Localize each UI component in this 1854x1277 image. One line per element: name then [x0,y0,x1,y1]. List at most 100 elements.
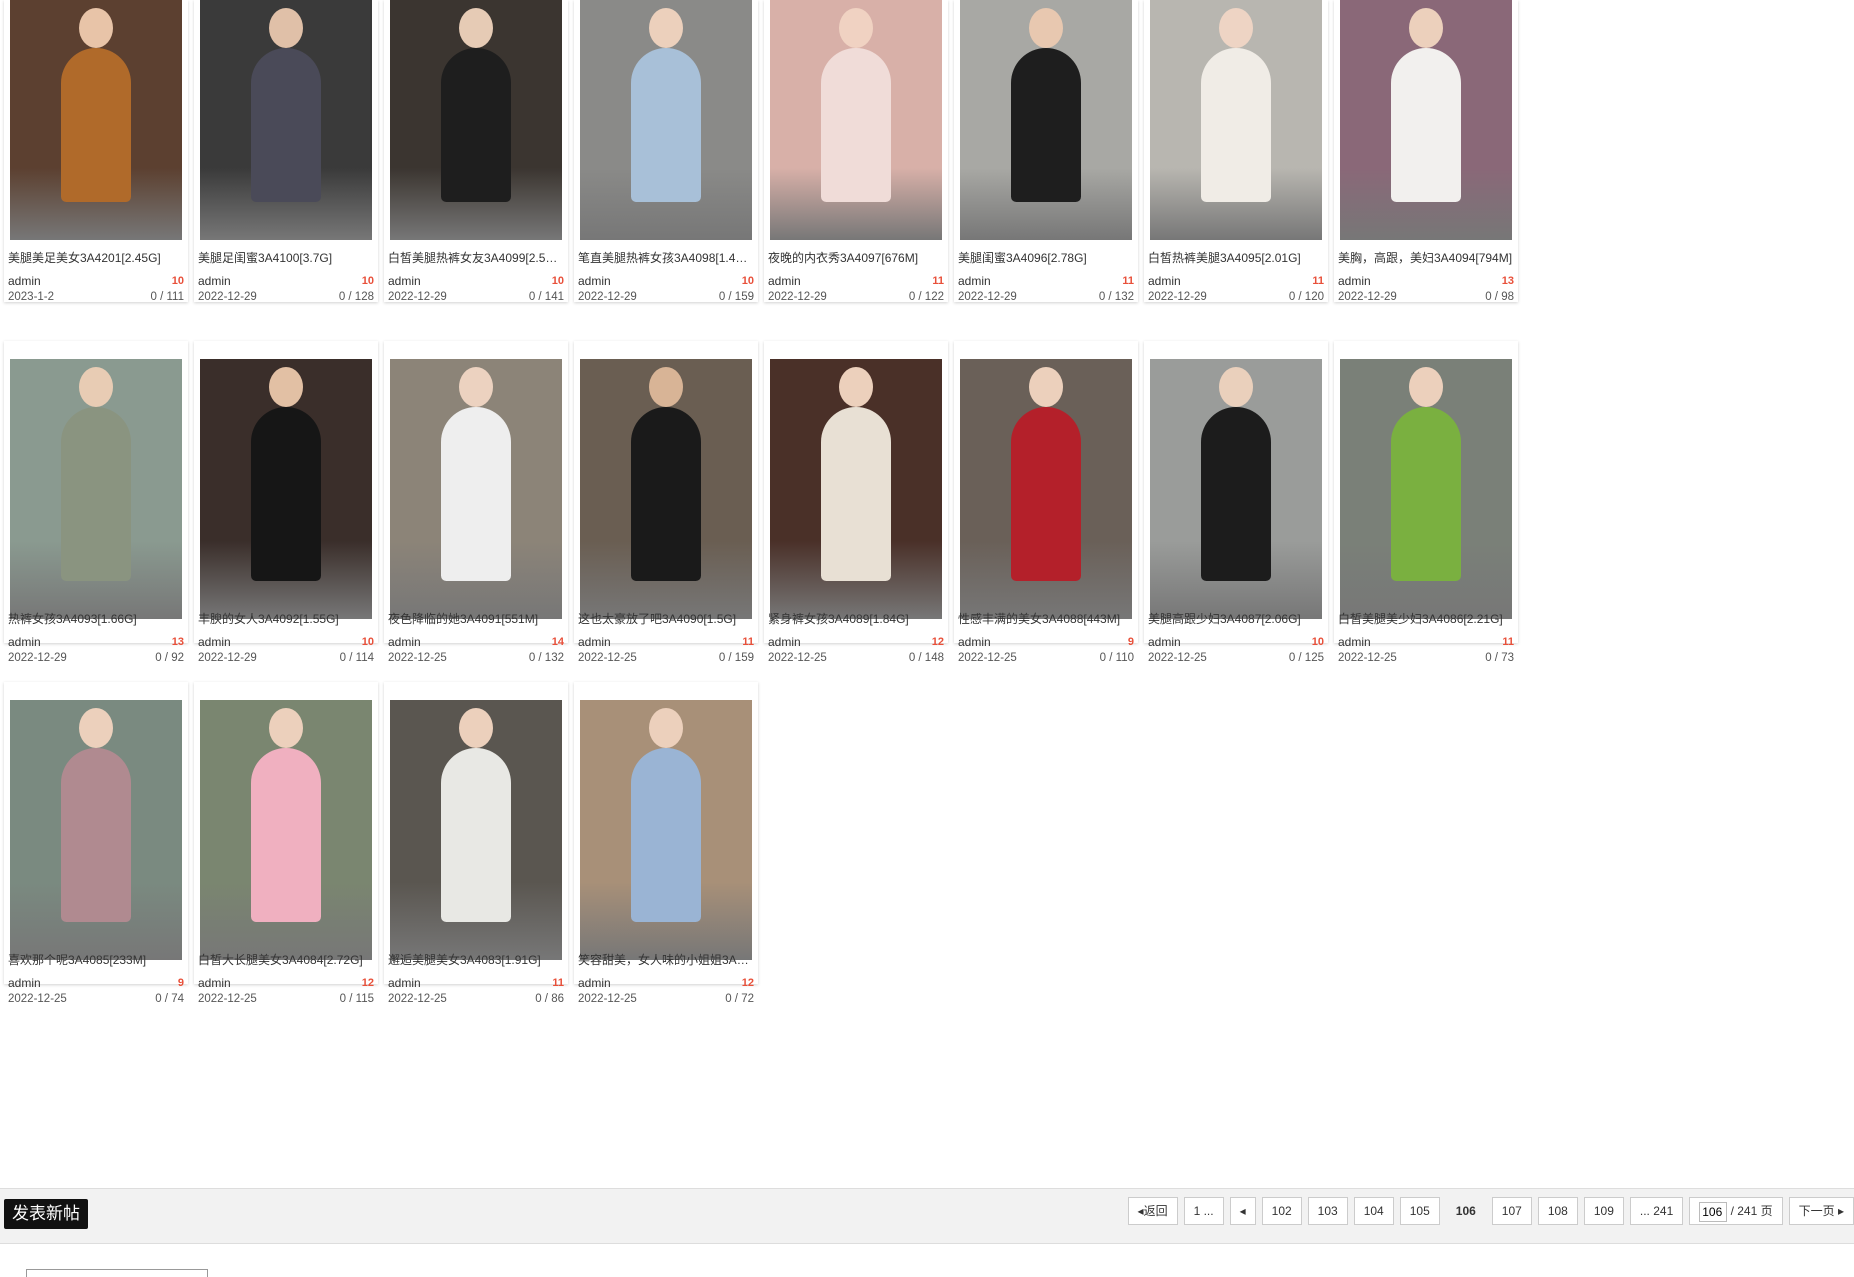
post-thumbnail[interactable] [1340,0,1512,240]
page-link[interactable]: 103 [1307,1197,1348,1225]
post-card[interactable]: 性感丰满的美女3A4088[443M] admin 9 2022-12-25 0 / 1… [954,341,1138,664]
post-title[interactable]: 笔直美腿热裤女孩3A4098[1.44G] [578,250,754,266]
post-card[interactable]: 白皙美腿热裤女友3A4099[2.56G] admin 10 2022-12-29 0 … [384,0,568,303]
post-card[interactable]: 美胸，高跟，美妇3A4094[794M] admin 13 2022-12-29 0 /… [1334,0,1518,303]
post-author[interactable]: admin [958,274,991,288]
page-link[interactable]: 109 [1583,1197,1624,1225]
post-thumbnail[interactable] [770,359,942,619]
post-card[interactable]: 美腿美足美女3A4201[2.45G] admin 10 2023-1-2 0 / 11… [4,0,188,303]
post-thumbnail[interactable] [960,0,1132,240]
post-author[interactable]: admin [768,274,801,288]
post-card[interactable]: 美腿闺蜜3A4096[2.78G] admin 11 2022-12-29 0 / 13… [954,0,1138,303]
post-stats: 0 / 141 [528,291,564,303]
post-card[interactable]: 白皙大长腿美女3A4084[2.72G] admin 12 2022-12-25 0 /… [194,682,378,1005]
page-link[interactable]: 102 [1261,1197,1302,1225]
post-title[interactable]: 美胸，高跟，美妇3A4094[794M] [1338,250,1514,266]
post-author[interactable]: admin [1148,274,1181,288]
post-card[interactable]: 美腿足闺蜜3A4100[3.7G] admin 10 2022-12-29 0 / 12… [194,0,378,303]
post-card[interactable]: 热裤女孩3A4093[1.66G] admin 13 2022-12-29 0 / 92 [4,341,188,664]
chevron-left-icon: ◂ [1239,1204,1246,1218]
post-thumbnail[interactable] [580,700,752,960]
post-thumbnail[interactable] [960,359,1132,619]
post-title[interactable]: 喜欢那个呢3A4085[233M] [8,952,184,968]
post-title[interactable]: 白皙大长腿美女3A4084[2.72G] [198,952,374,968]
post-title[interactable]: 美腿足闺蜜3A4100[3.7G] [198,250,374,266]
post-card[interactable]: 美腿高跟少妇3A4087[2.06G] admin 10 2022-12-25 0 / … [1144,341,1328,664]
post-title[interactable]: 美腿美足美女3A4201[2.45G] [8,250,184,266]
page-last[interactable]: ... 241 [1629,1197,1684,1225]
post-thumbnail[interactable] [200,700,372,960]
post-author[interactable]: admin [958,635,991,649]
post-thumbnail[interactable] [200,0,372,240]
post-author[interactable]: admin [8,635,41,649]
post-title[interactable]: 丰腴的女人3A4092[1.55G] [198,611,374,627]
post-thumbnail[interactable] [1150,0,1322,240]
post-card[interactable]: 笑容甜美，女人味的小姐姐3A4082[... admin 12 2022-12-25 0… [574,682,758,1005]
post-title[interactable]: 热裤女孩3A4093[1.66G] [8,611,184,627]
page-first[interactable]: 1 ... [1183,1197,1224,1225]
post-title[interactable]: 白皙热裤美腿3A4095[2.01G] [1148,250,1324,266]
post-title[interactable]: 紧身裤女孩3A4089[1.84G] [768,611,944,627]
prev-page-button[interactable]: ◂ [1229,1197,1256,1225]
next-page-button[interactable]: 下一页 ▸ [1788,1197,1854,1225]
page-link[interactable]: 104 [1353,1197,1394,1225]
post-thumbnail[interactable] [580,359,752,619]
post-author[interactable]: admin [198,976,231,990]
post-thumbnail[interactable] [770,0,942,240]
post-card[interactable]: 笔直美腿热裤女孩3A4098[1.44G] admin 10 2022-12-29 0 … [574,0,758,303]
post-author[interactable]: admin [198,274,231,288]
post-thumbnail[interactable] [1150,359,1322,619]
post-thumbnail[interactable] [390,0,562,240]
post-title[interactable]: 夜色降临的她3A4091[551M] [388,611,564,627]
post-title[interactable]: 美腿高跟少妇3A4087[2.06G] [1148,611,1324,627]
post-author[interactable]: admin [1148,635,1181,649]
back-button[interactable]: ◂返回 [1127,1197,1178,1225]
post-thumbnail[interactable] [10,0,182,240]
post-author[interactable]: admin [1338,274,1371,288]
post-card[interactable]: 夜晚的内衣秀3A4097[676M] admin 11 2022-12-29 0 / 1… [764,0,948,303]
post-title[interactable]: 笑容甜美，女人味的小姐姐3A4082[... [578,952,754,968]
post-author[interactable]: admin [388,274,421,288]
post-author[interactable]: admin [388,635,421,649]
post-card[interactable]: 这也太豪放了吧3A4090[1.5G] admin 11 2022-12-25 0 / … [574,341,758,664]
post-thumbnail[interactable] [390,700,562,960]
post-title[interactable]: 白皙美腿热裤女友3A4099[2.56G] [388,250,564,266]
post-thumbnail[interactable] [1340,359,1512,619]
page-current[interactable]: 106 [1446,1197,1486,1225]
page-link[interactable]: 105 [1399,1197,1440,1225]
post-stats: 0 / 115 [339,993,374,1005]
post-card[interactable]: 丰腴的女人3A4092[1.55G] admin 10 2022-12-29 0 / 1… [194,341,378,664]
post-author[interactable]: admin [578,976,611,990]
post-title[interactable]: 美腿闺蜜3A4096[2.78G] [958,250,1134,266]
post-thumbnail[interactable] [10,700,182,960]
post-card[interactable]: 白皙热裤美腿3A4095[2.01G] admin 11 2022-12-29 0 / … [1144,0,1328,303]
post-card[interactable]: 邂逅美腿美女3A4083[1.91G] admin 11 2022-12-25 0 / … [384,682,568,1005]
post-author[interactable]: admin [198,635,231,649]
post-thumbnail[interactable] [580,0,752,240]
new-post-button[interactable]: 发表新帖 [4,1199,88,1229]
post-card[interactable]: 喜欢那个呢3A4085[233M] admin 9 2022-12-25 0 / 74 [4,682,188,1005]
post-card[interactable]: 夜色降临的她3A4091[551M] admin 14 2022-12-25 0 / 1… [384,341,568,664]
post-author[interactable]: admin [768,635,801,649]
post-thumbnail[interactable] [10,359,182,619]
post-author[interactable]: admin [578,274,611,288]
post-title[interactable]: 性感丰满的美女3A4088[443M] [958,611,1134,627]
post-title[interactable]: 邂逅美腿美女3A4083[1.91G] [388,952,564,968]
post-author[interactable]: admin [388,976,421,990]
page-jump: / 241 页 [1689,1197,1783,1225]
post-title[interactable]: 夜晚的内衣秀3A4097[676M] [768,250,944,266]
post-author[interactable]: admin [578,635,611,649]
page-link[interactable]: 107 [1491,1197,1532,1225]
post-card[interactable]: 紧身裤女孩3A4089[1.84G] admin 12 2022-12-25 0 / 1… [764,341,948,664]
post-thumbnail[interactable] [390,359,562,619]
page-jump-input[interactable] [1699,1201,1728,1222]
post-thumbnail[interactable] [200,359,372,619]
post-date: 2022-12-29 [198,291,257,303]
post-title[interactable]: 白皙美腿美少妇3A4086[2.21G] [1338,611,1514,627]
post-title[interactable]: 这也太豪放了吧3A4090[1.5G] [578,611,754,627]
page-link[interactable]: 108 [1537,1197,1578,1225]
post-card[interactable]: 白皙美腿美少妇3A4086[2.21G] admin 11 2022-12-25 0 /… [1334,341,1518,664]
post-author[interactable]: admin [1338,635,1371,649]
post-author[interactable]: admin [8,274,41,288]
post-author[interactable]: admin [8,976,41,990]
